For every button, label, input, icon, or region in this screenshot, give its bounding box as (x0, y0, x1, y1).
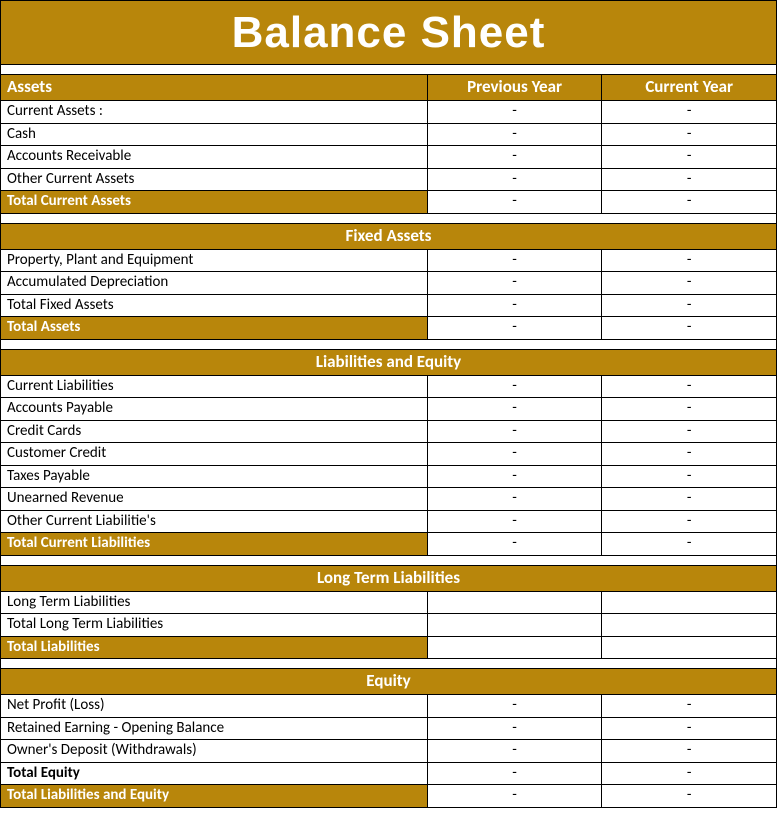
row-cur: - (602, 420, 777, 443)
row-prev: - (427, 168, 602, 191)
row-cur: - (602, 398, 777, 421)
subtotal-cur: - (602, 317, 777, 340)
equity-total-prev: - (427, 762, 602, 785)
row-prev (427, 614, 602, 637)
row-cur: - (602, 168, 777, 191)
row-label: Accounts Payable (1, 398, 428, 421)
row-label: Other Current Assets (1, 168, 428, 191)
row-label: Accumulated Depreciation (1, 272, 428, 295)
row-prev: - (427, 249, 602, 272)
row-label: Long Term Liabilities (1, 591, 428, 614)
row-label: Net Profit (Loss) (1, 695, 428, 718)
row-prev: - (427, 123, 602, 146)
row-cur: - (602, 717, 777, 740)
row-cur (602, 591, 777, 614)
section-header-fixed-assets: Fixed Assets (1, 223, 777, 249)
row-cur: - (602, 375, 777, 398)
row-cur: - (602, 272, 777, 295)
row-prev: - (427, 443, 602, 466)
row-cur: - (602, 294, 777, 317)
subtotal-cur: - (602, 191, 777, 214)
subtotal-label: Total Current Assets (1, 191, 428, 214)
subtotal-prev: - (427, 785, 602, 808)
row-label: Total Fixed Assets (1, 294, 428, 317)
subtotal-cur (602, 636, 777, 659)
equity-total-label: Total Equity (1, 762, 428, 785)
row-prev: - (427, 488, 602, 511)
subtotal-prev: - (427, 533, 602, 556)
row-prev: - (427, 146, 602, 169)
row-prev: - (427, 294, 602, 317)
row-cur: - (602, 123, 777, 146)
row-label: Customer Credit (1, 443, 428, 466)
row-cur: - (602, 488, 777, 511)
row-prev (427, 591, 602, 614)
subtotal-label: Total Current Liabilities (1, 533, 428, 556)
row-label: Credit Cards (1, 420, 428, 443)
row-label: Taxes Payable (1, 465, 428, 488)
row-prev: - (427, 398, 602, 421)
spacer (1, 339, 777, 349)
spacer (1, 213, 777, 223)
row-prev: - (427, 717, 602, 740)
subtotal-prev: - (427, 317, 602, 340)
row-cur: - (602, 465, 777, 488)
subtotal-prev: - (427, 191, 602, 214)
balance-sheet-table: Balance SheetAssetsPrevious YearCurrent … (0, 0, 777, 808)
row-cur (602, 614, 777, 637)
col-header-current: Current Year (602, 75, 777, 101)
row-label: Cash (1, 123, 428, 146)
row-prev: - (427, 101, 602, 124)
spacer (1, 659, 777, 669)
subtotal-label: Total Assets (1, 317, 428, 340)
row-prev: - (427, 740, 602, 763)
row-label: Accounts Receivable (1, 146, 428, 169)
row-label: Total Long Term Liabilities (1, 614, 428, 637)
spacer (1, 555, 777, 565)
section-header-equity: Equity (1, 669, 777, 695)
row-label: Unearned Revenue (1, 488, 428, 511)
subtotal-prev (427, 636, 602, 659)
row-prev: - (427, 272, 602, 295)
row-prev: - (427, 420, 602, 443)
row-cur: - (602, 101, 777, 124)
row-label: Current Assets : (1, 101, 428, 124)
subtotal-label: Total Liabilities (1, 636, 428, 659)
row-cur: - (602, 510, 777, 533)
row-label: Current Liabilities (1, 375, 428, 398)
page-title: Balance Sheet (1, 1, 777, 65)
row-cur: - (602, 443, 777, 466)
section-header-liabilities-equity: Liabilities and Equity (1, 349, 777, 375)
row-prev: - (427, 375, 602, 398)
row-cur: - (602, 695, 777, 718)
row-prev: - (427, 465, 602, 488)
subtotal-label: Total Liabilities and Equity (1, 785, 428, 808)
row-label: Retained Earning - Opening Balance (1, 717, 428, 740)
col-header-previous: Previous Year (427, 75, 602, 101)
row-cur: - (602, 740, 777, 763)
col-header-label: Assets (1, 75, 428, 101)
row-prev: - (427, 695, 602, 718)
row-prev: - (427, 510, 602, 533)
row-label: Other Current Liabilitie's (1, 510, 428, 533)
equity-total-cur: - (602, 762, 777, 785)
row-label: Property, Plant and Equipment (1, 249, 428, 272)
row-label: Owner's Deposit (Withdrawals) (1, 740, 428, 763)
section-header-long-term-liabilities: Long Term Liabilities (1, 565, 777, 591)
spacer (1, 65, 777, 75)
subtotal-cur: - (602, 533, 777, 556)
subtotal-cur: - (602, 785, 777, 808)
row-cur: - (602, 249, 777, 272)
row-cur: - (602, 146, 777, 169)
